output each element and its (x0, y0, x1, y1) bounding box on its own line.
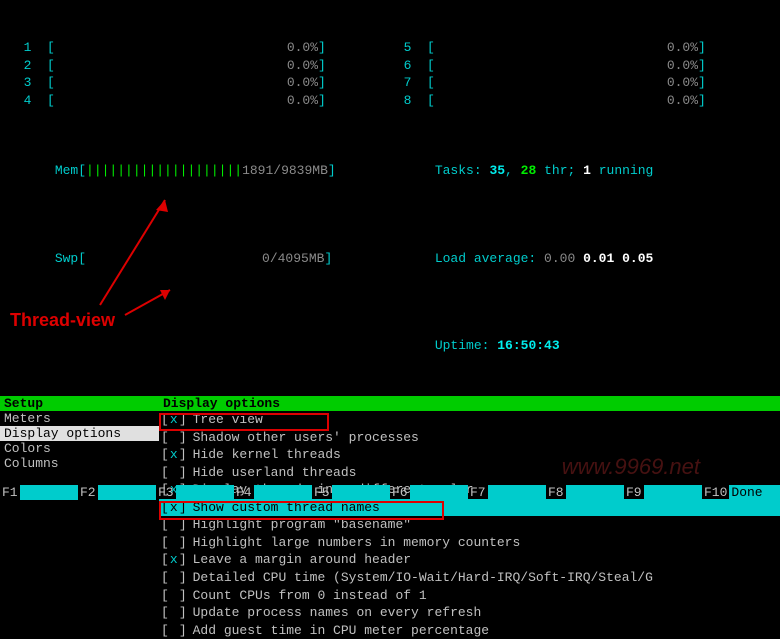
option-label: Tree view (193, 411, 263, 429)
option-label: Detailed CPU time (System/IO-Wait/Hard-I… (193, 569, 653, 587)
fkey-F9[interactable]: F9 (624, 485, 702, 500)
option-label: Highlight program "basename" (193, 516, 411, 534)
option-10[interactable]: [ ]Count CPUs from 0 instead of 1 (159, 587, 780, 605)
option-6[interactable]: [ ]Highlight program "basename" (159, 516, 780, 534)
fkey-F6[interactable]: F6 (390, 485, 468, 500)
checkbox-icon (169, 604, 179, 622)
function-key-bar: F1F2F3F4F5F6F7F8F9F10Done (0, 485, 780, 500)
sidebar-item-meters[interactable]: Meters (0, 411, 159, 426)
fkey-F4[interactable]: F4 (234, 485, 312, 500)
setup-title: Setup (0, 396, 159, 411)
sidebar-item-columns[interactable]: Columns (0, 456, 159, 471)
setup-panel: Setup MetersDisplay optionsColorsColumns… (0, 396, 780, 639)
tasks-running: 1 (583, 163, 591, 178)
checkbox-icon: x (169, 411, 179, 429)
option-label: Hide kernel threads (193, 446, 341, 464)
option-label: Hide userland threads (193, 464, 357, 482)
sidebar-item-display-options[interactable]: Display options (0, 426, 159, 441)
option-label: Leave a margin around header (193, 551, 411, 569)
fkey-F8[interactable]: F8 (546, 485, 624, 500)
option-label: Add guest time in CPU meter percentage (193, 622, 489, 639)
checkbox-icon (169, 429, 179, 447)
swp-value: 0/4095MB (262, 251, 324, 266)
option-label: Update process names on every refresh (193, 604, 482, 622)
option-7[interactable]: [ ]Highlight large numbers in memory cou… (159, 534, 780, 552)
fkey-F7[interactable]: F7 (468, 485, 546, 500)
option-8[interactable]: [x]Leave a margin around header (159, 551, 780, 569)
fkey-F10[interactable]: F10Done (702, 485, 780, 500)
option-5[interactable]: [x]Show custom thread names (159, 499, 780, 517)
fkey-F5[interactable]: F5 (312, 485, 390, 500)
fkey-F1[interactable]: F1 (0, 485, 78, 500)
display-options-panel: Display options [x]Tree view[ ]Shadow ot… (159, 396, 780, 639)
option-label: Shadow other users' processes (193, 429, 419, 447)
option-0[interactable]: [x]Tree view (159, 411, 780, 429)
mem-bars: |||||||||||||||||||| (86, 163, 242, 178)
option-9[interactable]: [ ]Detailed CPU time (System/IO-Wait/Har… (159, 569, 780, 587)
checkbox-icon (169, 534, 179, 552)
display-options-title: Display options (159, 396, 780, 411)
option-11[interactable]: [ ]Update process names on every refresh (159, 604, 780, 622)
annotation-thread-view: Thread-view (10, 310, 115, 331)
sidebar-item-colors[interactable]: Colors (0, 441, 159, 456)
option-12[interactable]: [ ]Add guest time in CPU meter percentag… (159, 622, 780, 639)
mem-value: 1891/9839MB (242, 163, 328, 178)
mem-label: Mem (55, 163, 78, 178)
loadavg-label: Load average: (435, 251, 536, 266)
uptime-label: Uptime: (435, 338, 490, 353)
option-label: Highlight large numbers in memory counte… (193, 534, 521, 552)
swp-label: Swp (55, 251, 78, 266)
checkbox-icon: x (169, 551, 179, 569)
checkbox-icon (169, 569, 179, 587)
uptime-value: 16:50:43 (497, 338, 559, 353)
checkbox-icon (169, 587, 179, 605)
setup-sidebar: Setup MetersDisplay optionsColorsColumns (0, 396, 159, 639)
option-label: Count CPUs from 0 instead of 1 (193, 587, 427, 605)
option-label: Show custom thread names (193, 499, 380, 517)
checkbox-icon: x (169, 446, 179, 464)
tasks-procs: 35 (489, 163, 505, 178)
checkbox-icon (169, 622, 179, 639)
fkey-F3[interactable]: F3 (156, 485, 234, 500)
watermark: www.9969.net (562, 454, 700, 480)
fkey-F2[interactable]: F2 (78, 485, 156, 500)
option-1[interactable]: [ ]Shadow other users' processes (159, 429, 780, 447)
checkbox-icon: x (169, 499, 179, 517)
checkbox-icon (169, 464, 179, 482)
header-meters: 1 [0.0%] 2 [0.0%] 3 [0.0%] 4 [0.0%] 5 [0… (0, 0, 780, 396)
tasks-label: Tasks: (435, 163, 482, 178)
checkbox-icon (169, 516, 179, 534)
tasks-thr: 28 (521, 163, 537, 178)
